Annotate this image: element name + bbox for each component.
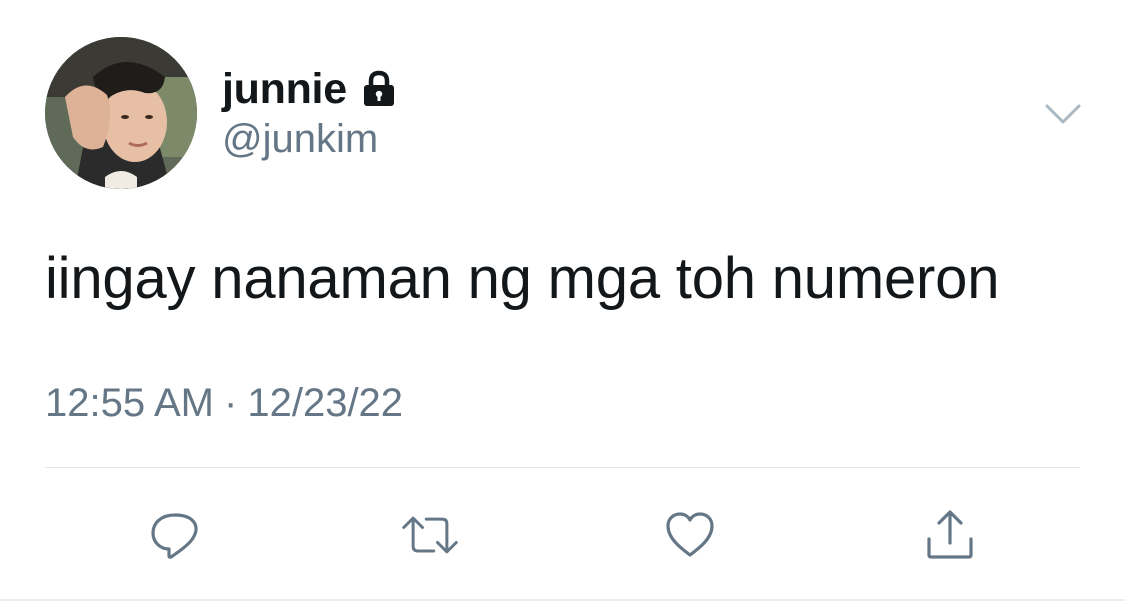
tweet-date: 12/23/22: [247, 381, 404, 425]
handle[interactable]: @junkim: [222, 117, 378, 162]
avatar[interactable]: [45, 37, 197, 189]
lock-icon: [361, 70, 397, 113]
reply-button[interactable]: [145, 505, 205, 565]
heart-icon: [666, 512, 714, 557]
share-icon: [927, 510, 973, 559]
chevron-down-icon[interactable]: [1041, 96, 1085, 132]
like-button[interactable]: [660, 505, 720, 565]
reply-icon: [151, 513, 198, 559]
timestamp[interactable]: 12:55 AM · 12/23/22: [45, 381, 403, 426]
tweet-text: iingay nanaman ng mga toh numeron: [45, 246, 1000, 311]
retweet-button[interactable]: [400, 505, 460, 565]
tweet-time: 12:55 AM: [45, 381, 215, 425]
display-name[interactable]: junnie: [222, 65, 347, 114]
retweet-icon: [402, 516, 458, 554]
timestamp-separator: ·: [224, 381, 238, 425]
author-name-row: junnie: [222, 62, 397, 116]
divider: [45, 467, 1080, 468]
share-button[interactable]: [920, 505, 980, 565]
profile-photo: [45, 37, 197, 189]
